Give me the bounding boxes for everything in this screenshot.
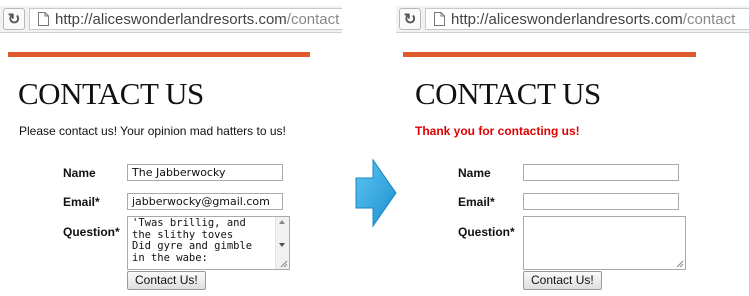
- name-label: Name: [458, 166, 491, 180]
- email-field[interactable]: jabberwocky@gmail.com: [127, 193, 283, 210]
- resize-grip-icon[interactable]: [280, 260, 288, 268]
- page-icon: [434, 12, 445, 26]
- right-arrow-icon: [355, 158, 397, 228]
- reload-button[interactable]: ↻: [3, 8, 25, 30]
- question-textarea[interactable]: [523, 216, 686, 270]
- after-panel: ↻ http://aliceswonderlandresorts.com/con…: [396, 0, 749, 296]
- accent-bar: [403, 52, 696, 57]
- page-title: CONTACT US: [415, 76, 601, 111]
- url-path: /contact: [682, 10, 736, 28]
- scroll-up-icon[interactable]: [279, 220, 285, 224]
- contact-submit-button[interactable]: Contact Us!: [523, 271, 602, 290]
- accent-bar: [8, 52, 310, 57]
- intro-text: Please contact us! Your opinion mad hatt…: [19, 124, 286, 138]
- browser-toolbar: ↻ http://aliceswonderlandresorts.com/con…: [0, 6, 342, 33]
- confirmation-text: Thank you for contacting us!: [415, 124, 580, 138]
- reload-icon: ↻: [7, 11, 21, 28]
- page-title: CONTACT US: [18, 76, 204, 111]
- reload-button[interactable]: ↻: [399, 8, 421, 30]
- question-textarea[interactable]: 'Twas brillig, and the slithy toves Did …: [127, 216, 290, 270]
- url-path: /contact: [286, 10, 340, 28]
- email-label: Email*: [63, 195, 100, 209]
- name-field[interactable]: The Jabberwocky: [127, 164, 283, 181]
- address-bar[interactable]: http://aliceswonderlandresorts.com/conta…: [29, 8, 342, 30]
- name-label: Name: [63, 166, 96, 180]
- question-label: Question*: [63, 225, 120, 239]
- url-host: http://aliceswonderlandresorts.com: [55, 10, 287, 28]
- resize-grip-icon[interactable]: [676, 260, 684, 268]
- name-field[interactable]: [523, 164, 679, 181]
- url-host: http://aliceswonderlandresorts.com: [451, 10, 683, 28]
- question-label: Question*: [458, 225, 515, 239]
- page-icon: [38, 12, 49, 26]
- before-panel: ↻ http://aliceswonderlandresorts.com/con…: [0, 0, 346, 296]
- email-field[interactable]: [523, 193, 679, 210]
- address-bar[interactable]: http://aliceswonderlandresorts.com/conta…: [425, 8, 749, 30]
- scroll-down-icon[interactable]: [279, 243, 285, 247]
- question-text: 'Twas brillig, and the slithy toves Did …: [132, 217, 253, 264]
- email-label: Email*: [458, 195, 495, 209]
- contact-submit-button[interactable]: Contact Us!: [127, 271, 206, 290]
- reload-icon: ↻: [403, 11, 417, 28]
- browser-toolbar: ↻ http://aliceswonderlandresorts.com/con…: [396, 6, 749, 33]
